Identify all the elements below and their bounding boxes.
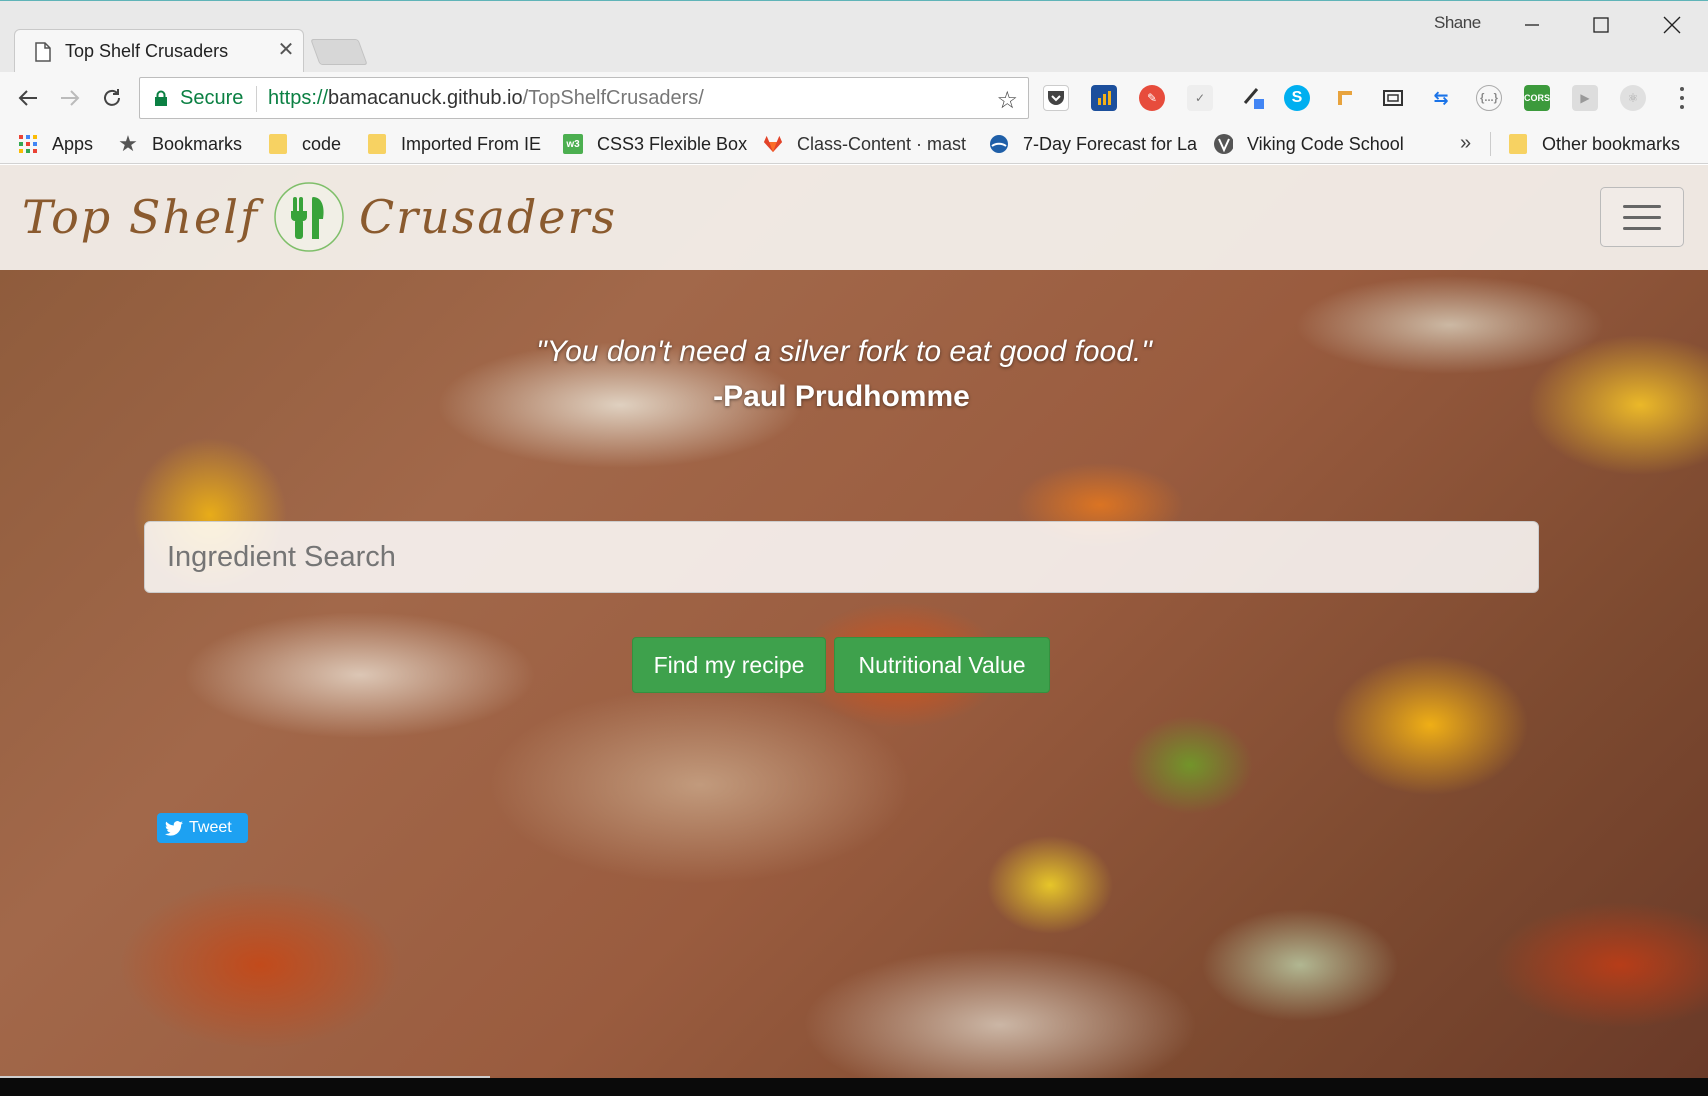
pocket-icon[interactable] (1043, 85, 1069, 111)
tab-close-icon[interactable]: ✕ (275, 39, 297, 61)
close-window-icon[interactable] (1642, 5, 1702, 45)
page-viewport: Top Shelf Crusaders "You don't need a si… (0, 165, 1708, 1078)
eyedropper-icon[interactable] (1240, 85, 1266, 111)
apps-grid-icon (18, 134, 38, 154)
video-icon[interactable]: ▶ (1572, 85, 1598, 111)
hamburger-line (1623, 226, 1661, 230)
site-brand[interactable]: Top Shelf Crusaders (22, 179, 617, 255)
folder-icon (367, 134, 387, 154)
minimize-icon[interactable] (1502, 5, 1562, 45)
bookmark-class-content[interactable]: Class-Content · mast (763, 130, 966, 158)
analytics-icon[interactable] (1091, 85, 1117, 111)
skype-icon[interactable]: S (1284, 85, 1310, 111)
browser-titlebar: Top Shelf Crusaders ✕ Shane (0, 0, 1708, 73)
maximize-icon[interactable] (1571, 5, 1631, 45)
twitter-bird-icon (165, 820, 183, 836)
bookmark-label: Imported From IE (401, 133, 542, 154)
browser-tab[interactable]: Top Shelf Crusaders ✕ (14, 29, 304, 73)
hero-quote: "You don't need a silver fork to eat goo… (536, 335, 1152, 368)
swap-icon[interactable]: ⇆ (1428, 85, 1454, 111)
bookmark-7-day-forecast[interactable]: 7-Day Forecast for La (989, 130, 1197, 158)
screenshot-icon[interactable] (1380, 85, 1406, 111)
bookmark-label: Viking Code School (1247, 133, 1404, 154)
page-icon (35, 42, 51, 62)
bookmark-label: Class-Content · mast (797, 133, 967, 154)
chrome-menu-icon[interactable] (1672, 84, 1692, 112)
lock-icon (155, 90, 167, 106)
bookmark-label: 7-Day Forecast for La (1023, 133, 1198, 154)
tab-title: Top Shelf Crusaders (65, 41, 229, 61)
hamburger-line (1623, 204, 1661, 208)
bookmark-code[interactable]: code (268, 130, 341, 158)
find-recipe-button[interactable]: Find my recipe (632, 637, 826, 693)
checklist-icon[interactable]: ✓ (1187, 85, 1213, 111)
url-path: /TopShelfCrusaders/ (522, 87, 704, 109)
bookmark-label: code (302, 133, 342, 154)
bookmarks-overflow-button[interactable]: » (1460, 132, 1471, 155)
url-text[interactable]: https://bamacanuck.github.io/TopShelfCru… (268, 87, 704, 110)
security-label: Secure (180, 87, 244, 109)
fork-knife-logo-icon (274, 182, 344, 252)
bookmark-bookmarks[interactable]: ★ Bookmarks (118, 130, 242, 158)
bookmark-label: Other bookmarks (1542, 133, 1681, 154)
new-tab-button[interactable] (310, 39, 368, 65)
bookmark-apps[interactable]: Apps (18, 130, 93, 158)
ingredient-search-input[interactable] (144, 521, 1539, 593)
bookmark-imported-from-ie[interactable]: Imported From IE (367, 130, 541, 158)
navbar-toggle-button[interactable] (1600, 187, 1684, 247)
json-icon[interactable]: {...} (1476, 85, 1502, 111)
bookmark-label: CSS3 Flexible Box (597, 133, 748, 154)
color-picker-icon[interactable]: ✎ (1139, 85, 1165, 111)
star-icon: ★ (118, 131, 138, 156)
bookmark-viking-code-school[interactable]: Viking Code School (1213, 130, 1404, 158)
hamburger-line (1623, 215, 1661, 219)
url-scheme: https:// (268, 87, 329, 109)
folder-icon (1508, 134, 1528, 154)
bookmark-label: Bookmarks (152, 133, 243, 154)
bookmark-label: Apps (52, 133, 94, 154)
hero-quote-author: -Paul Prudhomme (713, 380, 970, 413)
taskbar-strip (0, 1078, 1708, 1096)
bookmarks-bar: Apps ★ Bookmarks code Imported From IE w… (0, 124, 1708, 164)
noaa-icon (989, 134, 1009, 154)
bookmark-other-bookmarks[interactable]: Other bookmarks (1508, 130, 1680, 158)
nutritional-value-button[interactable]: Nutritional Value (834, 637, 1050, 693)
tweet-label: Tweet (189, 819, 232, 836)
brand-text-right: Crusaders (358, 190, 618, 244)
brand-text-left: Top Shelf (22, 190, 259, 244)
reload-icon[interactable] (96, 82, 128, 114)
gitlab-icon (763, 134, 783, 154)
url-host: bamacanuck.github.io (328, 87, 523, 109)
back-icon[interactable] (12, 82, 44, 114)
bookmarks-divider (1490, 132, 1491, 156)
folder-icon (268, 134, 288, 154)
w3-icon: w3 (563, 134, 583, 154)
address-bar[interactable]: Secure https://bamacanuck.github.io/TopS… (139, 77, 1029, 119)
bookmark-star-icon[interactable]: ☆ (996, 86, 1018, 115)
viking-icon (1213, 134, 1233, 154)
forward-icon[interactable] (54, 82, 86, 114)
site-navbar: Top Shelf Crusaders (0, 165, 1708, 270)
react-devtools-icon[interactable]: ⚛ (1620, 85, 1646, 111)
url-separator (256, 86, 257, 112)
tweet-button[interactable]: Tweet (157, 813, 248, 843)
bookmark-css3-flexbox[interactable]: w3 CSS3 Flexible Box (563, 130, 747, 158)
profile-name[interactable]: Shane (1434, 13, 1481, 33)
cors-icon[interactable]: CORS (1524, 85, 1550, 111)
browser-toolbar: Secure https://bamacanuck.github.io/TopS… (0, 72, 1708, 124)
ruler-icon[interactable] (1332, 85, 1358, 111)
